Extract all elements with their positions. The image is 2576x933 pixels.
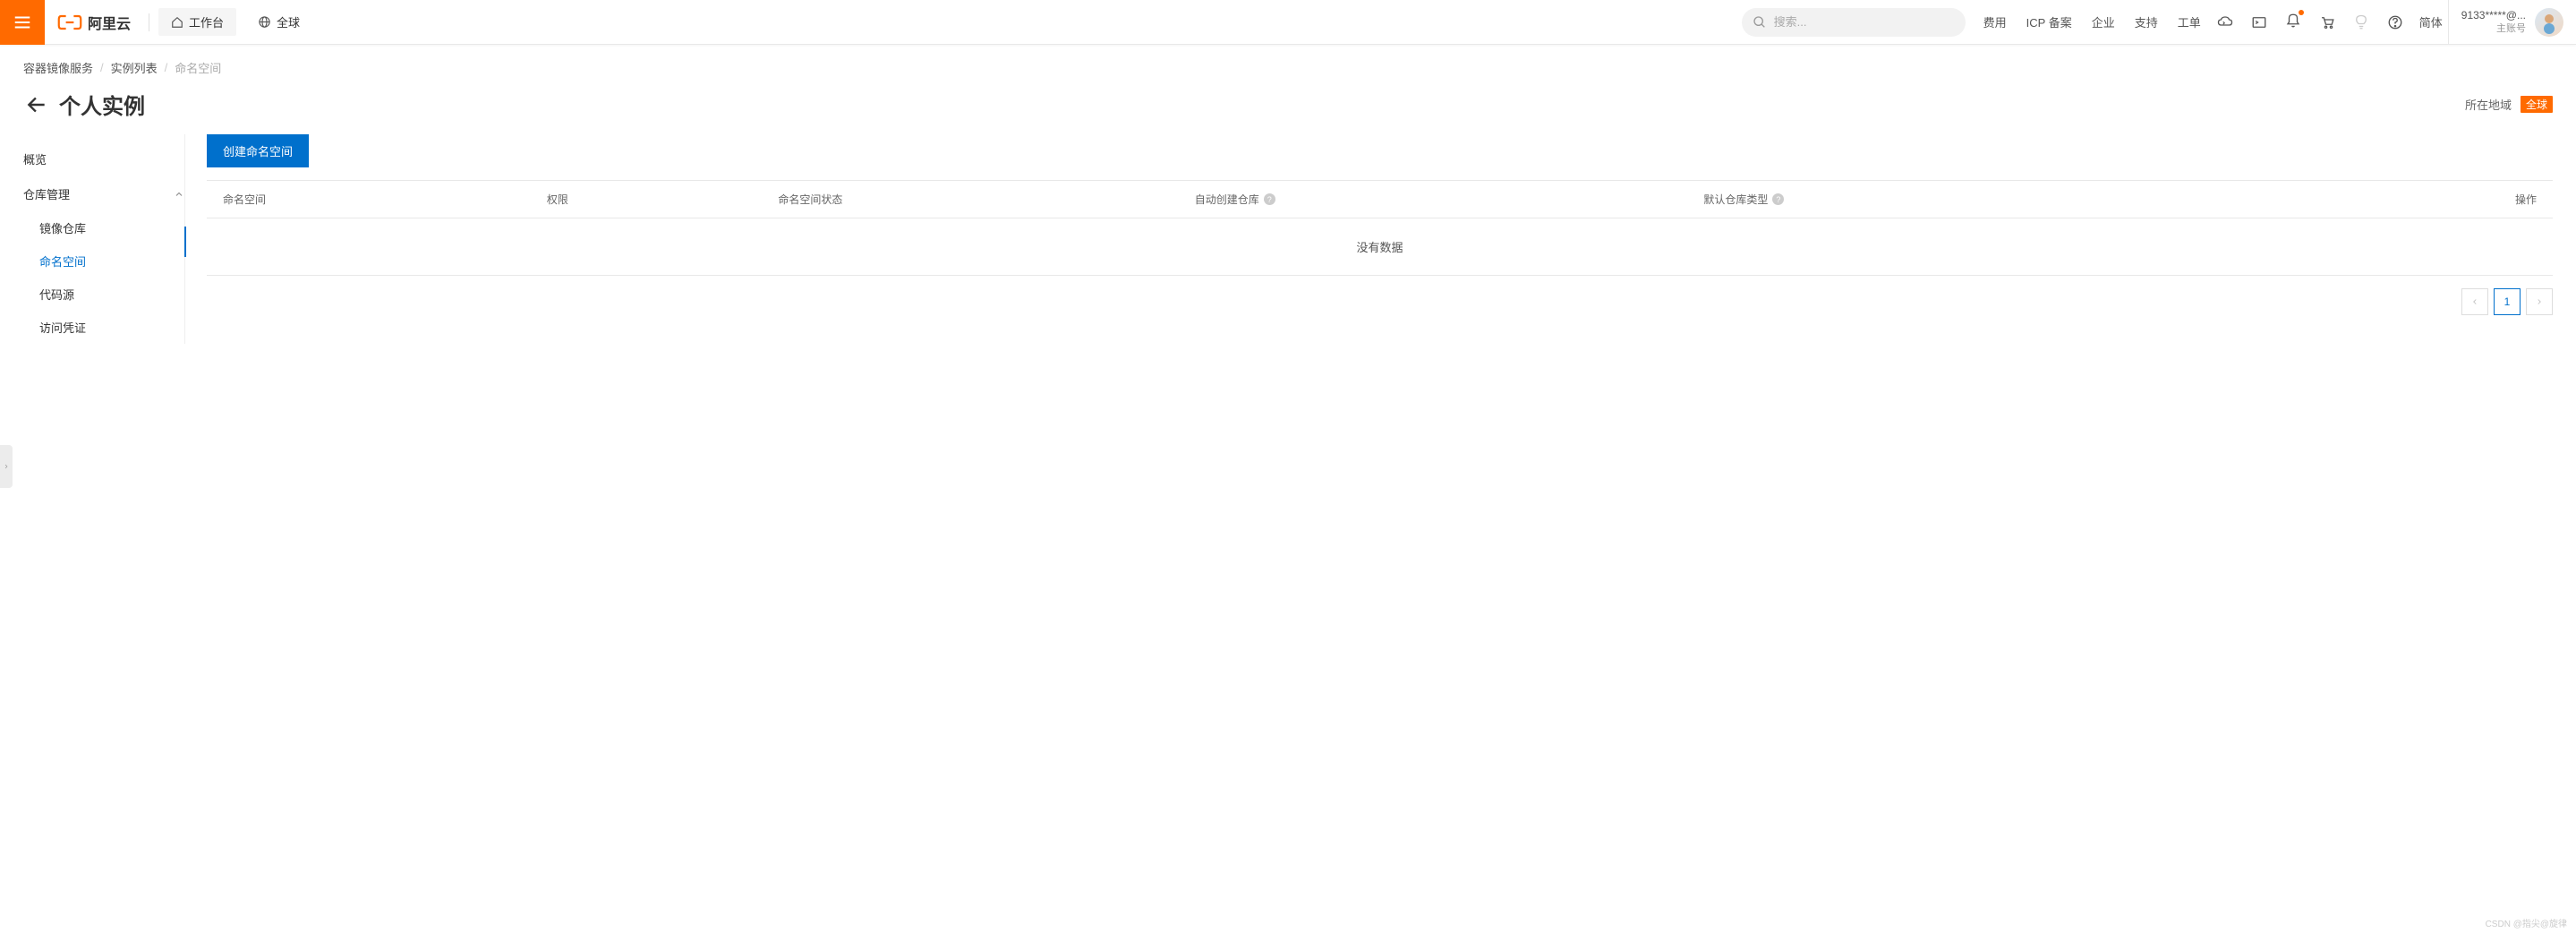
page-title: 个人实例 [59,89,145,120]
th-operation: 操作 [2213,192,2537,207]
content: 创建命名空间 命名空间 权限 命名空间状态 自动创建仓库 ? 默认仓库类型 ? … [184,134,2553,344]
th-default-type: 默认仓库类型 ? [1703,192,2213,207]
console-label: 工作台 [189,13,224,30]
avatar [2535,8,2563,37]
chevron-left-icon [2470,297,2479,306]
breadcrumb-root[interactable]: 容器镜像服务 [23,59,93,76]
bell-icon [2285,13,2301,29]
nav-support[interactable]: 支持 [2135,13,2158,30]
page-prev-button[interactable] [2461,288,2488,315]
th-status: 命名空间状态 [778,192,1194,207]
chevron-up-icon [174,189,184,200]
account-menu[interactable]: 9133*****@... 主账号 [2448,0,2576,45]
breadcrumb-list[interactable]: 实例列表 [111,59,158,76]
hamburger-menu[interactable] [0,0,45,45]
arrow-left-icon [25,93,48,116]
nav-cost[interactable]: 费用 [1983,13,2007,30]
breadcrumb-current: 命名空间 [175,59,221,76]
search-wrap [1742,8,1966,37]
sidebar-item-image-repo[interactable]: 镜像仓库 [39,211,184,244]
back-button[interactable] [23,91,50,118]
active-indicator [184,227,186,257]
th-auto-label: 自动创建仓库 [1195,192,1259,207]
nav-icons [2217,13,2403,31]
menu-icon [13,13,32,32]
watermark: CSDN @指尖@旋律 [2486,916,2567,929]
th-type-label: 默认仓库类型 [1703,192,1768,207]
pagination: 1 [207,276,2553,328]
chevron-right-icon [3,461,10,472]
terminal-icon[interactable] [2251,14,2267,30]
region-selector[interactable]: 全球 [245,8,312,36]
account-id: 9133*****@... [2461,9,2526,23]
nav-enterprise[interactable]: 企业 [2092,13,2115,30]
th-auto-create: 自动创建仓库 ? [1195,192,1704,207]
table-empty: 没有数据 [207,218,2553,276]
help-icon[interactable] [2387,14,2403,30]
help-icon[interactable]: ? [1264,193,1275,205]
th-namespace: 命名空间 [223,192,547,207]
cloudshell-icon[interactable] [2217,14,2233,30]
console-button[interactable]: 工作台 [158,8,236,36]
globe-icon [258,15,271,29]
nav-links: 费用 ICP 备案 企业 支持 工单 [1983,13,2201,30]
sidebar-item-credential[interactable]: 访问凭证 [39,311,184,344]
expand-handle[interactable] [0,445,13,488]
account-type: 主账号 [2461,22,2526,35]
sidebar-section-label: 仓库管理 [23,185,70,202]
breadcrumb-sep: / [165,61,168,74]
notifications[interactable] [2285,13,2301,31]
nav-icp[interactable]: ICP 备案 [2026,13,2072,30]
bulb-icon[interactable] [2353,14,2369,30]
table: 命名空间 权限 命名空间状态 自动创建仓库 ? 默认仓库类型 ? 操作 没有数据 [207,180,2553,276]
search-input[interactable] [1742,8,1966,37]
logo-text: 阿里云 [88,12,131,33]
chevron-right-icon [2535,297,2544,306]
sidebar-item-code-source[interactable]: 代码源 [39,278,184,311]
region-badge[interactable]: 全球 [2521,96,2553,113]
region-label: 全球 [277,13,300,30]
home-icon [171,16,183,29]
sidebar-section-repo[interactable]: 仓库管理 [23,176,184,211]
create-namespace-button[interactable]: 创建命名空间 [207,134,309,167]
th-permission: 权限 [547,192,779,207]
region-label: 所在地域 [2465,96,2512,113]
page-next-button[interactable] [2526,288,2553,315]
page-number-button[interactable]: 1 [2494,288,2521,315]
logo[interactable]: 阿里云 [45,12,143,33]
cart-icon[interactable] [2319,14,2335,30]
breadcrumb-sep: / [100,61,104,74]
sidebar: 概览 仓库管理 镜像仓库 命名空间 代码源 访问凭证 [23,134,184,344]
sidebar-item-namespace[interactable]: 命名空间 [39,244,184,278]
language-selector[interactable]: 简体 [2419,13,2443,30]
table-header: 命名空间 权限 命名空间状态 自动创建仓库 ? 默认仓库类型 ? 操作 [207,180,2553,218]
notification-dot [2299,10,2304,15]
sidebar-item-overview[interactable]: 概览 [23,141,184,176]
logo-icon [57,13,82,32]
search-icon [1753,15,1767,30]
nav-ticket[interactable]: 工单 [2178,13,2201,30]
help-icon[interactable]: ? [1772,193,1784,205]
breadcrumb: 容器镜像服务 / 实例列表 / 命名空间 [0,45,2576,76]
